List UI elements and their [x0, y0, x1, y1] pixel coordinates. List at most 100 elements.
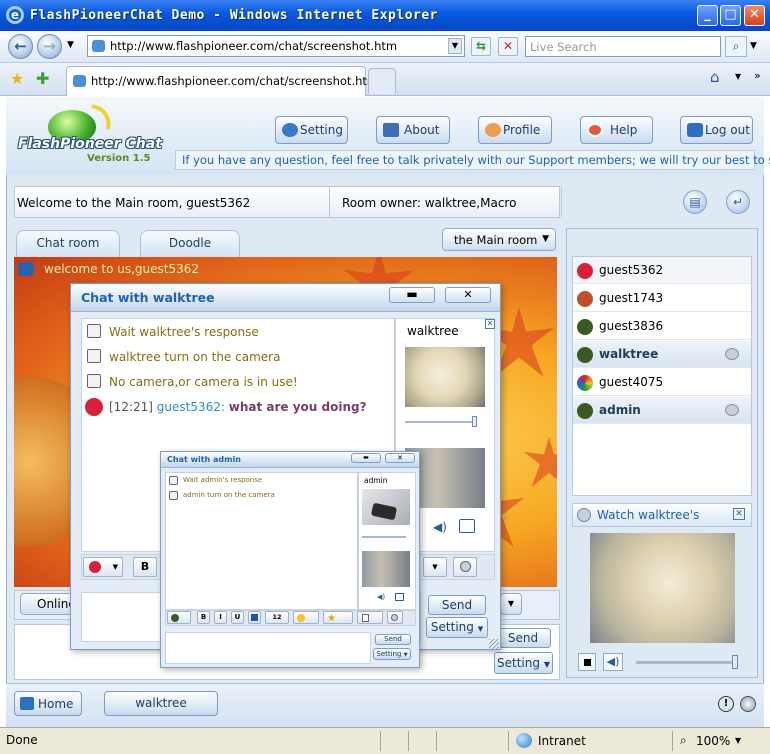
about-button[interactable]: About — [376, 116, 450, 144]
address-text: http://www.flashpioneer.com/chat/screens… — [110, 39, 398, 53]
tab-doodle[interactable]: Doodle — [140, 230, 240, 257]
list-item[interactable]: admin — [573, 397, 751, 424]
search-options-icon[interactable]: ▼ — [750, 41, 757, 51]
volume-slider[interactable] — [636, 655, 738, 669]
video-user-name: admin — [364, 476, 388, 485]
room-select[interactable]: the Main room ▼ — [442, 228, 556, 251]
speaker-icon[interactable]: ◀) — [377, 593, 385, 601]
user-list: guest5362 guest1743 guest3836 walktree g… — [572, 256, 752, 496]
resize-handle[interactable] — [489, 639, 499, 649]
close-icon[interactable]: ✕ — [485, 319, 495, 329]
zoom-level[interactable]: 100% — [696, 734, 730, 748]
message-icon — [87, 349, 101, 363]
font-size-select[interactable]: 12 — [265, 611, 289, 624]
setting-button[interactable]: Setting — [275, 116, 348, 144]
webcam-button[interactable] — [387, 611, 403, 624]
bold-button[interactable]: B — [133, 557, 157, 577]
address-bar[interactable]: http://www.flashpioneer.com/chat/screens… — [87, 35, 465, 57]
setting-button[interactable]: Setting ▼ — [426, 617, 488, 638]
online-button[interactable]: Online — [20, 593, 76, 615]
favorites-star-icon[interactable]: ★ — [10, 69, 24, 88]
camera-icon[interactable] — [725, 348, 739, 360]
camera-settings-icon[interactable] — [395, 593, 404, 601]
lifebuoy-icon — [587, 123, 603, 137]
webcam-icon — [460, 561, 471, 572]
send-button[interactable]: Send — [375, 634, 411, 645]
speaker-icon[interactable]: ◀) — [603, 653, 623, 671]
search-icon[interactable]: ⌕ — [725, 36, 747, 57]
message-icon — [169, 491, 178, 500]
forward-button[interactable]: → — [37, 34, 62, 59]
list-item[interactable]: guest4075 — [573, 369, 751, 396]
dialog-minimize-button[interactable]: ▬ — [351, 453, 381, 463]
camera-icon[interactable] — [725, 404, 739, 416]
setting-button[interactable]: Setting ▼ — [373, 648, 411, 660]
list-item[interactable]: guest3836 — [573, 313, 751, 340]
notes-button[interactable]: ▤ — [683, 190, 707, 214]
minimize-button[interactable]: _ — [697, 5, 718, 26]
online-dropdown-icon[interactable]: ▼ — [500, 593, 522, 615]
user-name: guest4075 — [599, 375, 664, 389]
main-setting-button[interactable]: Setting ▼ — [494, 652, 553, 674]
tab-chat-room[interactable]: Chat room — [16, 230, 120, 257]
divider — [380, 731, 381, 751]
color-button[interactable] — [248, 611, 261, 624]
zoom-dropdown-icon[interactable]: ▼ — [735, 736, 741, 745]
home-icon[interactable]: ⌂ — [710, 68, 720, 86]
search-input[interactable]: Live Search — [525, 36, 721, 57]
stop-video-button[interactable] — [578, 653, 596, 671]
home-dropdown-icon[interactable]: ▼ — [735, 72, 741, 81]
send-button[interactable]: Send — [428, 595, 486, 615]
stop-icon[interactable]: ✕ — [498, 37, 518, 56]
list-item[interactable]: guest5362 — [573, 257, 751, 284]
speaker-icon[interactable]: ◀) — [433, 520, 447, 534]
refresh-icon[interactable]: ⇆ — [471, 37, 491, 56]
back-button[interactable]: ← — [8, 34, 33, 59]
dialog-close-button[interactable]: ✕ — [385, 453, 415, 463]
chevron-down-icon: ▼ — [542, 234, 549, 244]
address-dropdown-icon[interactable]: ▼ — [448, 38, 462, 54]
list-item[interactable]: walktree — [573, 341, 751, 368]
sound-settings-icon[interactable] — [740, 696, 756, 712]
decorative-leaf — [524, 437, 557, 487]
profile-button[interactable]: Profile — [478, 116, 552, 144]
history-dropdown-icon[interactable]: ▼ — [67, 40, 74, 50]
browser-tab-active[interactable]: http://www.flashpioneer.com/chat/screens… — [66, 66, 378, 96]
search-placeholder: Live Search — [530, 40, 597, 54]
main-send-button[interactable]: Send — [495, 628, 551, 648]
webcam-button[interactable] — [453, 557, 477, 577]
video-slider[interactable] — [405, 416, 477, 427]
remote-video — [405, 347, 485, 407]
camera-settings-icon[interactable] — [459, 519, 475, 533]
close-icon[interactable]: ✕ — [733, 508, 745, 520]
home-tab-button[interactable]: Home — [14, 691, 82, 716]
star-button[interactable]: ★ — [323, 611, 353, 624]
chat-input[interactable] — [165, 632, 371, 664]
info-icon[interactable]: ! — [718, 696, 734, 712]
close-button[interactable]: ✕ — [744, 5, 765, 26]
smiley-button[interactable] — [293, 611, 319, 624]
return-button[interactable]: ↵ — [726, 190, 750, 214]
video-user-name: walktree — [407, 324, 459, 338]
add-favorites-icon[interactable]: ✚ — [36, 69, 49, 88]
underline-button[interactable]: U — [231, 611, 244, 624]
help-button[interactable]: Help — [580, 116, 653, 144]
file-button[interactable] — [357, 611, 383, 624]
new-tab-button[interactable] — [368, 68, 396, 94]
bold-button[interactable]: B — [197, 611, 210, 624]
dialog-minimize-button[interactable]: ▬ — [389, 287, 435, 303]
walktree-tab-button[interactable]: walktree — [104, 691, 218, 716]
message-icon — [87, 324, 101, 338]
chevron-down-icon: ▼ — [543, 660, 550, 669]
italic-button[interactable]: I — [214, 611, 227, 624]
toolbar-dropdown-button[interactable]: ▼ — [423, 557, 447, 577]
maximize-button[interactable]: □ — [720, 5, 741, 26]
dialog-close-button[interactable]: ✕ — [445, 287, 491, 303]
window-title: FlashPioneerChat Demo - Windows Internet… — [30, 8, 439, 23]
logout-button[interactable]: Log out — [680, 116, 753, 144]
emoticon-select-button[interactable]: ▼ — [83, 557, 123, 577]
list-item[interactable]: guest1743 — [573, 285, 751, 312]
emoticon-select-button[interactable] — [167, 611, 191, 624]
chevron-more-icon[interactable]: » — [754, 69, 761, 82]
video-slider[interactable] — [362, 536, 406, 538]
